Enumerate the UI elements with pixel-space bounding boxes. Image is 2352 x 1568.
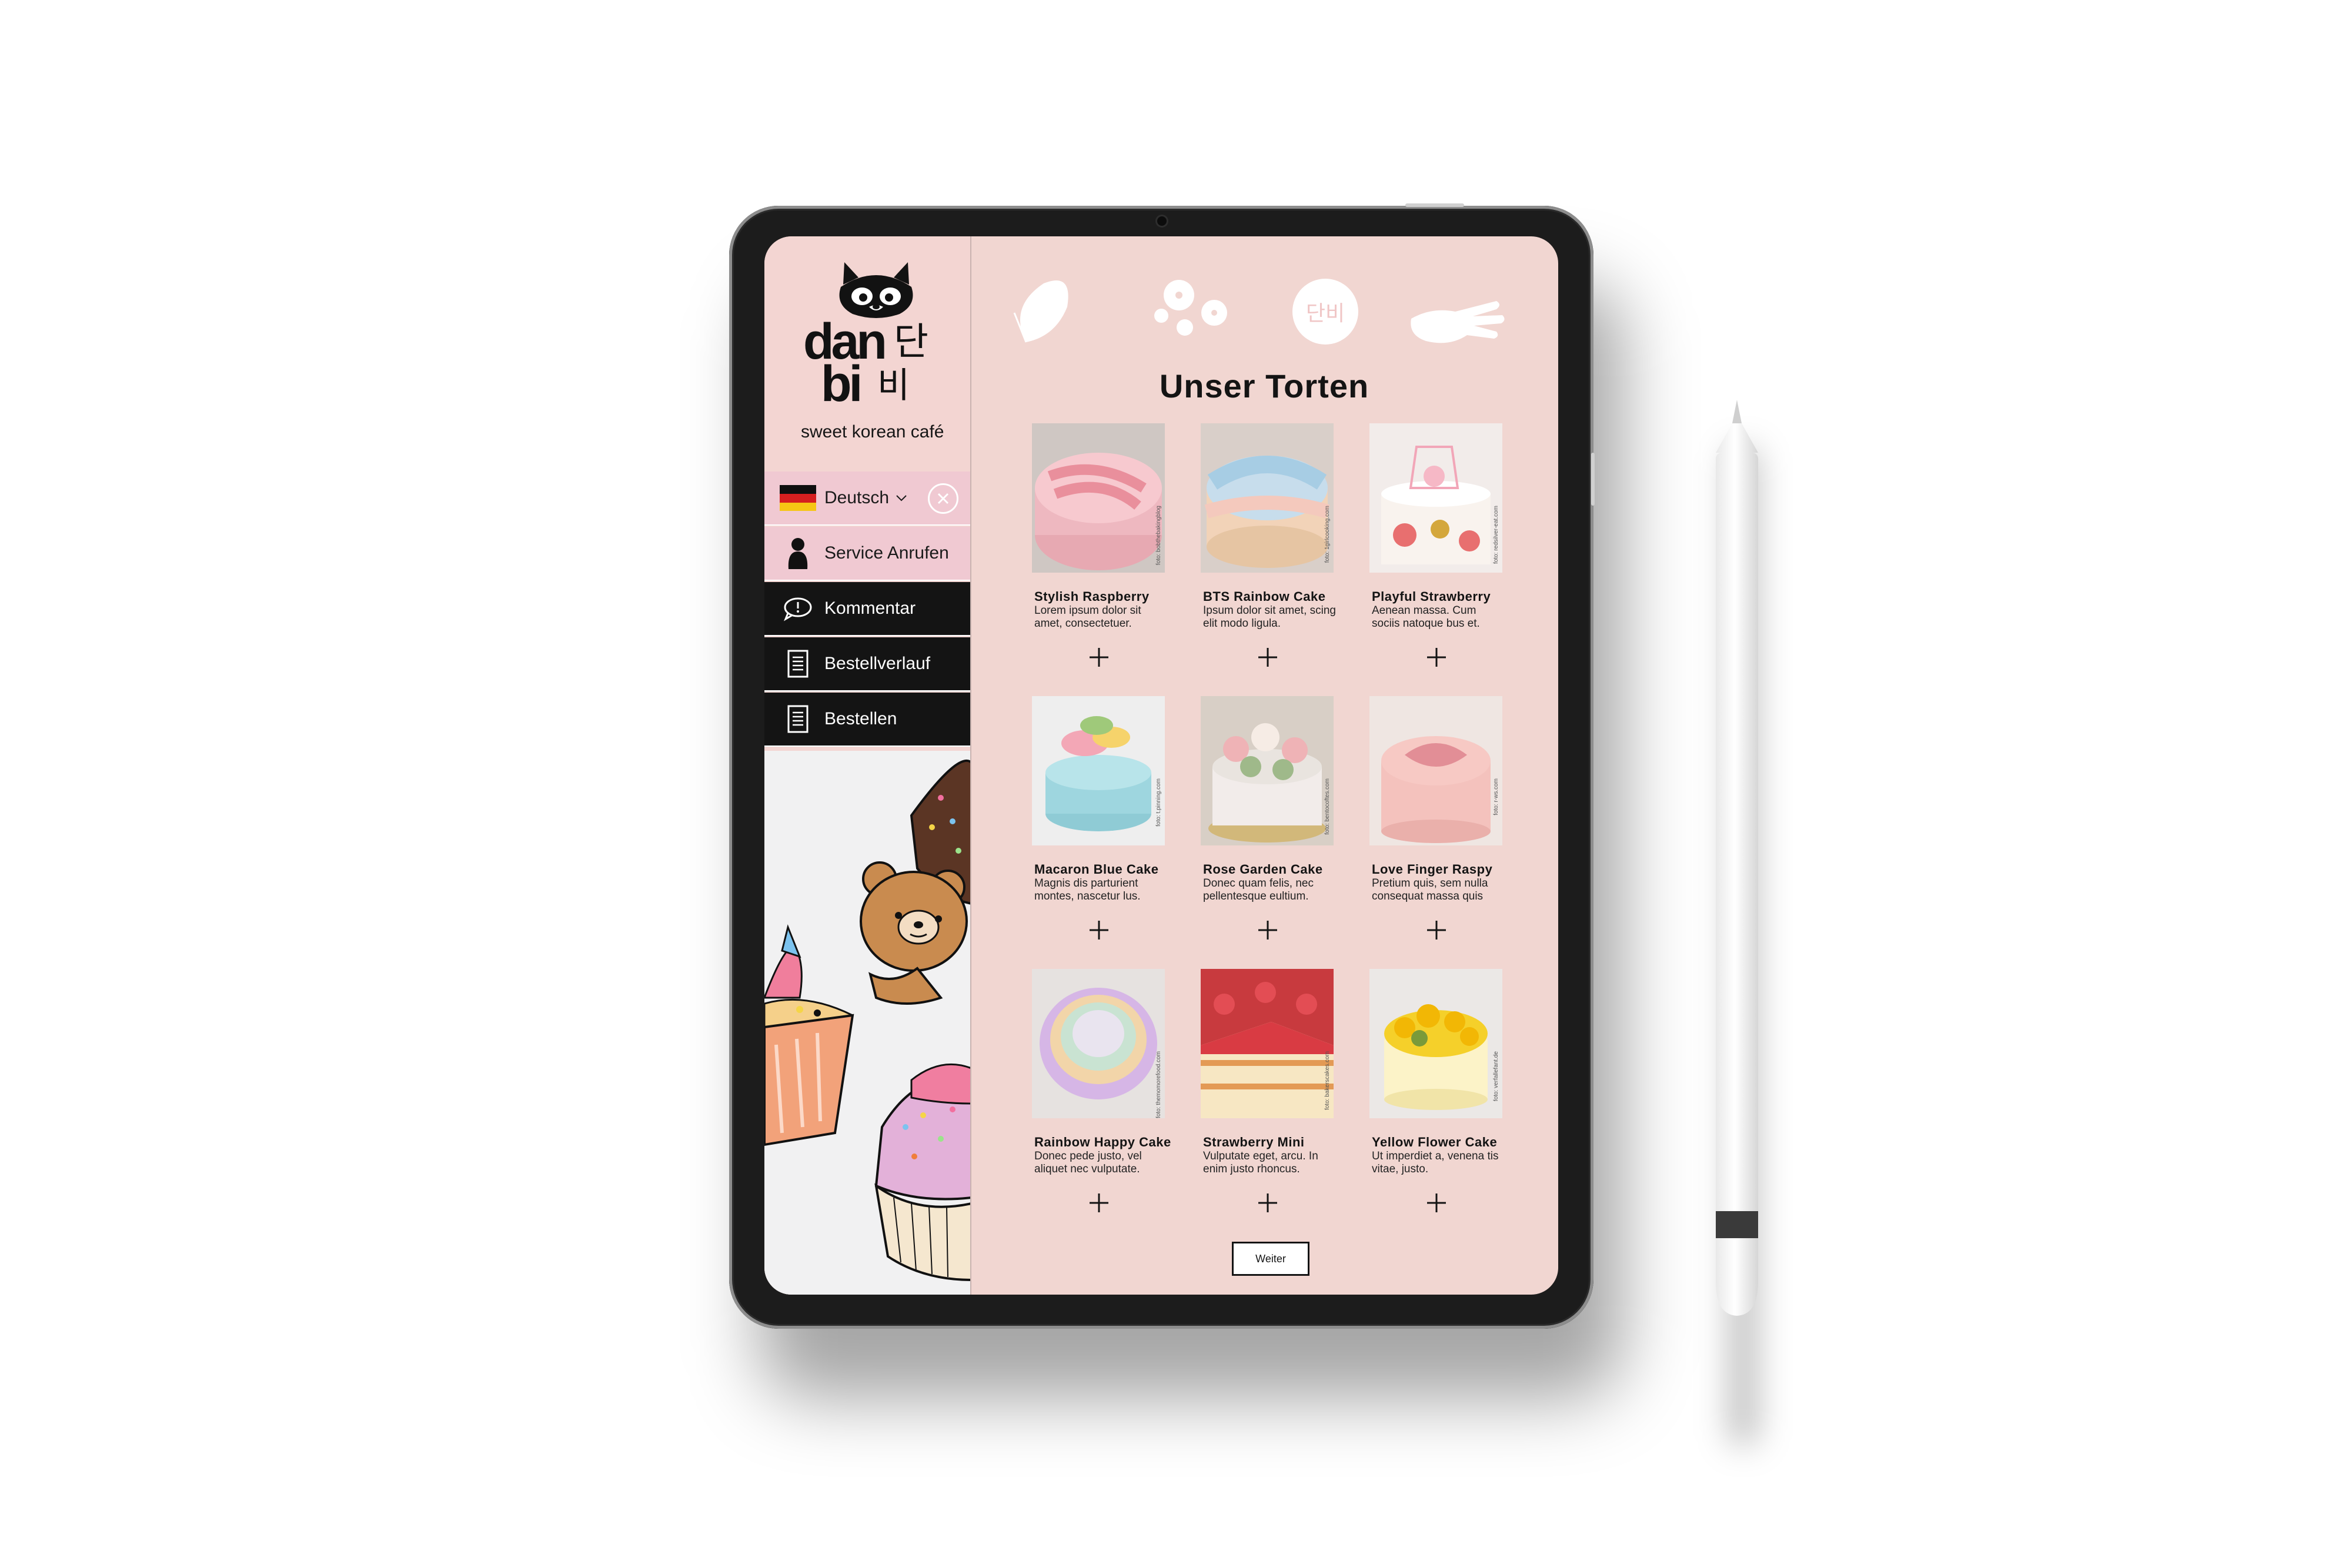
product-card: foto: bobthebakingblog Stylish Raspberry…	[1032, 423, 1173, 667]
photo-credit: foto: bobthebakingblog	[1155, 506, 1162, 566]
volume-button	[1591, 453, 1595, 506]
add-to-cart-icon[interactable]	[1257, 647, 1278, 668]
product-description: Pretium quis, sem nulla consequat massa …	[1372, 877, 1488, 902]
brand-wordmark-bi: bi	[821, 356, 863, 412]
photo-credit: foto: themomorefood.com	[1155, 1051, 1162, 1118]
product-photo[interactable]: foto: 1girlcooking.com	[1201, 423, 1334, 573]
brand-korean-dan: 단	[894, 320, 928, 364]
sidebar-item-label: Kommentar	[824, 599, 916, 618]
sidebar-item-bestellen[interactable]: Bestellen	[764, 693, 970, 747]
main-content: 단비 Unser Torten foto: bobthebakingblog S…	[970, 236, 1558, 1295]
product-photo[interactable]: foto: t.pinning.com	[1032, 696, 1165, 845]
product-card: foto: r-ws.com Love Finger Raspy Pretium…	[1369, 696, 1511, 940]
product-photo[interactable]: foto: bentocoftes.com	[1201, 696, 1334, 845]
korean-badge-text: 단비	[1305, 302, 1345, 326]
add-to-cart-icon[interactable]	[1088, 1192, 1110, 1213]
sidebar: dan 단 bi 비 sweet korean café Deutsch Ser…	[764, 236, 971, 1295]
sidebar-item-label: Bestellen	[824, 709, 897, 728]
page-title: Unser Torten	[1159, 367, 1369, 404]
product-card: foto: 1girlcooking.com BTS Rainbow Cake …	[1201, 423, 1342, 667]
chevron-down-icon	[896, 495, 907, 502]
product-card: foto: verfallefant.de Yellow Flower Cake…	[1369, 969, 1511, 1212]
product-name: Rainbow Happy Cake	[1034, 1135, 1171, 1149]
product-description: Donec pede justo, vel aliquet nec vulput…	[1034, 1150, 1142, 1175]
photo-credit: foto: redsilver-eat.com	[1493, 506, 1499, 564]
app-screen: dan 단 bi 비 sweet korean café Deutsch Ser…	[764, 236, 1558, 1295]
product-description: Lorem ipsum dolor sit amet, consectetuer…	[1034, 604, 1141, 630]
raccoon-icon	[839, 262, 913, 318]
product-photo[interactable]: foto: bobthebakingblog	[1032, 423, 1165, 573]
add-to-cart-icon[interactable]	[1088, 647, 1110, 668]
product-photo[interactable]: foto: redsilver-eat.com	[1369, 423, 1502, 573]
next-button[interactable]: Weiter	[1232, 1242, 1309, 1276]
sidebar-item-label: Service Anrufen	[824, 543, 949, 563]
product-name: Rose Garden Cake	[1203, 862, 1323, 877]
product-card: foto: bentocoftes.com Rose Garden Cake D…	[1201, 696, 1342, 940]
stylus-pencil	[1716, 400, 1758, 1316]
person-icon	[780, 535, 816, 571]
korean-badge: 단비	[1292, 279, 1358, 345]
product-photo[interactable]: foto: verfallefant.de	[1369, 969, 1502, 1118]
brand-tagline: sweet korean café	[801, 422, 944, 442]
product-description: Vulputate eget, arcu. In enim justo rhon…	[1203, 1150, 1318, 1175]
product-name: Strawberry Mini	[1203, 1135, 1305, 1149]
camera-icon	[1157, 216, 1167, 226]
product-name: Yellow Flower Cake	[1372, 1135, 1498, 1149]
product-card: foto: bakerscakes.com Strawberry Mini Vu…	[1201, 969, 1342, 1212]
tablet-device: dan 단 bi 비 sweet korean café Deutsch Ser…	[729, 203, 1595, 1329]
document-icon	[780, 701, 816, 737]
product-photo[interactable]: foto: themomorefood.com	[1032, 969, 1165, 1118]
bear-character-icon	[860, 861, 968, 1005]
product-card: foto: themomorefood.com Rainbow Happy Ca…	[1032, 969, 1173, 1212]
document-icon	[780, 646, 816, 682]
photo-credit: foto: bentocoftes.com	[1324, 778, 1331, 835]
german-flag-icon	[780, 480, 816, 516]
product-description: Donec quam felis, nec pellentesque eulti…	[1203, 877, 1314, 902]
add-to-cart-icon[interactable]	[1426, 920, 1447, 941]
product-name: Playful Strawberry	[1372, 589, 1491, 604]
product-description: Magnis dis parturient montes, nascetur l…	[1034, 877, 1141, 902]
product-name: Stylish Raspberry	[1034, 589, 1150, 604]
language-selector[interactable]: Deutsch	[764, 472, 970, 526]
photo-credit: foto: r-ws.com	[1493, 778, 1499, 815]
product-name: BTS Rainbow Cake	[1203, 589, 1326, 604]
photo-credit: foto: verfallefant.de	[1493, 1051, 1499, 1102]
brand-logo: dan 단 bi 비 sweet korean café	[764, 236, 970, 448]
brand-korean-bi: 비	[877, 365, 910, 406]
add-to-cart-icon[interactable]	[1426, 647, 1447, 668]
sidebar-item-bestellverlauf[interactable]: Bestellverlauf	[764, 637, 970, 691]
hand-icon	[1411, 301, 1505, 343]
sidebar-item-service[interactable]: Service Anrufen	[764, 527, 970, 581]
power-button	[1405, 203, 1464, 207]
photo-credit: foto: 1girlcooking.com	[1324, 506, 1331, 563]
product-photo[interactable]: foto: r-ws.com	[1369, 696, 1502, 845]
photo-credit: foto: bakerscakes.com	[1324, 1051, 1331, 1111]
sidebar-item-kommentar[interactable]: Kommentar	[764, 582, 970, 636]
sidebar-item-label: Bestellverlauf	[824, 654, 931, 673]
product-photo[interactable]: foto: bakerscakes.com	[1201, 969, 1334, 1118]
product-description: Ut imperdiet a, venena tis vitae, justo.	[1372, 1150, 1499, 1175]
product-card: foto: t.pinning.com Macaron Blue Cake Ma…	[1032, 696, 1173, 940]
language-label: Deutsch	[824, 488, 890, 507]
product-description: Ipsum dolor sit amet, scing elit modo li…	[1203, 604, 1336, 630]
face-doodle-icon	[1154, 280, 1227, 336]
add-to-cart-icon[interactable]	[1257, 920, 1278, 941]
add-to-cart-icon[interactable]	[1426, 1192, 1447, 1213]
dessert-illustration	[764, 751, 970, 1295]
product-name: Macaron Blue Cake	[1034, 862, 1159, 877]
product-description: Aenean massa. Cum sociis natoque bus et.	[1372, 604, 1480, 630]
product-card: foto: redsilver-eat.com Playful Strawber…	[1369, 423, 1511, 667]
comment-icon	[780, 590, 816, 627]
close-icon[interactable]	[928, 483, 958, 514]
add-to-cart-icon[interactable]	[1088, 920, 1110, 941]
add-to-cart-icon[interactable]	[1257, 1192, 1278, 1213]
umbrella-icon	[1013, 280, 1068, 343]
product-name: Love Finger Raspy	[1372, 862, 1493, 877]
photo-credit: foto: t.pinning.com	[1155, 778, 1162, 827]
